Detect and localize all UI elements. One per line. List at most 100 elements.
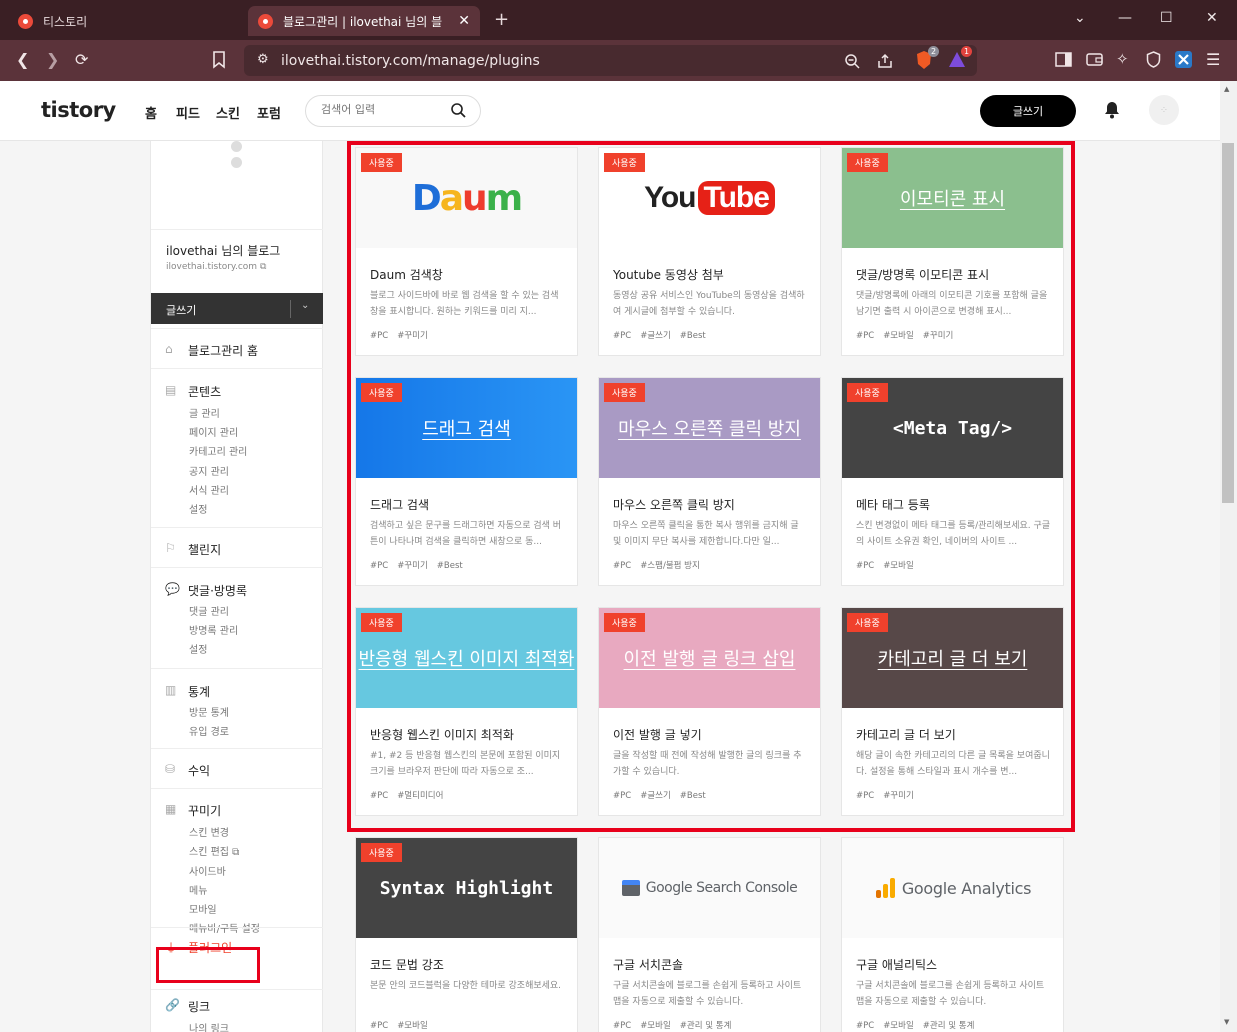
- sidebar-item-comment-settings[interactable]: 설정: [189, 641, 207, 656]
- minimize-button[interactable]: —: [1118, 10, 1132, 26]
- write-post-button[interactable]: 글쓰기: [980, 95, 1076, 127]
- sidebar-section-revenue: ⛁ 수익: [151, 748, 323, 788]
- plugin-card-youtube[interactable]: You Tube 사용중 Youtube 동영상 첨부 동영상 공유 서비스인 Y…: [598, 147, 821, 356]
- sidebar-item-blog-home[interactable]: 블로그관리 홈: [188, 342, 258, 359]
- tab-blog-manage[interactable]: 블로그관리 | ilovethai 님의 블 ✕: [248, 6, 480, 36]
- sidebar-section-home: ⌂ 블로그관리 홈: [151, 328, 323, 368]
- close-window-button[interactable]: ✕: [1206, 10, 1218, 26]
- sidebar-item-skin-change[interactable]: 스킨 변경: [189, 824, 229, 839]
- extension-icon[interactable]: [1175, 51, 1192, 68]
- leo-ai-icon[interactable]: ✧: [1116, 50, 1129, 68]
- user-avatar[interactable]: ⁘: [1149, 95, 1179, 125]
- wallet-icon[interactable]: [1086, 52, 1103, 67]
- in-use-badge: 사용중: [847, 153, 888, 172]
- chevron-down-icon[interactable]: ⌄: [301, 300, 309, 311]
- plugin-tags: #PC #모바일 #관리 및 통계: [856, 1021, 975, 1031]
- scroll-down-arrow-icon[interactable]: ▼: [1224, 1018, 1229, 1026]
- nav-forum[interactable]: 포럼: [257, 103, 281, 122]
- sidebar-item-challenge[interactable]: 챌린지: [188, 541, 221, 558]
- tab-list-chevron-icon[interactable]: ⌄: [1074, 10, 1086, 26]
- sidebar-item-referrer[interactable]: 유입 경로: [189, 723, 229, 738]
- blog-info: ilovethai 님의 블로그 ilovethai.tistory.com ⧉: [151, 229, 323, 289]
- plugin-card-prev-post[interactable]: 이전 발행 글 링크 삽입 사용중 이전 발행 글 넣기 글을 작성할 때 전에…: [598, 607, 821, 816]
- sidebar-item-visit-stats[interactable]: 방문 통계: [189, 704, 229, 719]
- maximize-button[interactable]: ☐: [1160, 10, 1173, 26]
- plugin-title: 메타 태그 등록: [856, 498, 930, 512]
- back-icon[interactable]: ❮: [16, 50, 29, 69]
- new-tab-button[interactable]: +: [494, 9, 509, 30]
- sidebar-item-sidebar[interactable]: 사이드바: [189, 863, 226, 878]
- brave-shields-icon[interactable]: 2: [915, 46, 939, 70]
- plugin-card-daum[interactable]: Daum 사용중 Daum 검색창 블로그 사이드바에 바로 웹 검색을 할 수…: [355, 147, 578, 356]
- alert-count: 1: [961, 46, 972, 57]
- sidebar-toggle-icon[interactable]: [1055, 52, 1072, 67]
- brave-rewards-icon[interactable]: 1: [948, 46, 972, 70]
- sidebar-item-my-link[interactable]: 나의 링크: [189, 1020, 229, 1032]
- in-use-badge: 사용중: [361, 613, 402, 632]
- plugin-description: 구글 서치콘솔에 블로그를 손쉽게 등록하고 사이트맵을 자동으로 제출할 수 …: [856, 981, 1045, 1007]
- sidebar-item-page-manage[interactable]: 페이지 관리: [189, 424, 238, 439]
- sidebar-item-guestbook-manage[interactable]: 방명록 관리: [189, 622, 238, 637]
- plugin-card-syntax-highlight[interactable]: Syntax Highlight 사용중 코드 문법 강조 본문 안의 코드블럭…: [355, 837, 578, 1032]
- sidebar-item-comments[interactable]: 댓글·방명록: [188, 582, 247, 599]
- forward-icon[interactable]: ❯: [46, 50, 59, 69]
- thumbnail-label: 드래그 검색: [422, 419, 511, 440]
- sidebar-item-link[interactable]: 링크: [188, 998, 210, 1015]
- nav-skin[interactable]: 스킨: [216, 103, 240, 122]
- plugin-tags: #PC #꾸미기: [370, 331, 428, 341]
- home-icon: ⌂: [165, 342, 173, 356]
- address-bar[interactable]: ⚙ ilovethai.tistory.com/manage/plugins 2…: [244, 45, 977, 76]
- share-icon[interactable]: [877, 53, 894, 69]
- scroll-up-arrow-icon[interactable]: ▲: [1224, 85, 1229, 93]
- sidebar-section-comments: 💬 댓글·방명록 댓글 관리 방명록 관리 설정: [151, 567, 323, 668]
- plugin-card-right-click-block[interactable]: 마우스 오른쪽 클릭 방지 사용중 마우스 오른쪽 클릭 방지 마우스 오른쪽 …: [598, 377, 821, 586]
- tab-tistory[interactable]: 티스토리: [18, 6, 87, 36]
- plugin-title: 구글 서치콘솔: [613, 958, 684, 972]
- plugin-card-meta-tag[interactable]: <Meta Tag/> 사용중 메타 태그 등록 스킨 변경없이 메타 태그를 …: [841, 377, 1064, 586]
- nav-home[interactable]: 홈: [145, 103, 157, 122]
- scrollbar-thumb[interactable]: [1222, 143, 1234, 503]
- nav-feed[interactable]: 피드: [176, 103, 200, 122]
- vpn-shield-icon[interactable]: [1146, 51, 1161, 68]
- sidebar-write-button[interactable]: 글쓰기 ⌄: [151, 293, 323, 324]
- blog-url[interactable]: ilovethai.tistory.com ⧉: [166, 262, 266, 272]
- sidebar-item-comment-manage[interactable]: 댓글 관리: [189, 603, 229, 618]
- sidebar-item-skin-edit[interactable]: 스킨 편집 ⧉: [189, 843, 239, 858]
- sidebar-item-template-manage[interactable]: 서식 관리: [189, 482, 229, 497]
- sidebar-item-content[interactable]: 콘텐츠: [188, 383, 221, 400]
- plugin-description: 해당 글이 속한 카테고리의 다른 글 목록을 보여줍니다. 설정을 통해 스타…: [856, 751, 1050, 777]
- plugin-card-google-analytics[interactable]: Google Analytics 구글 애널리틱스 구글 서치콘솔에 블로그를 …: [841, 837, 1064, 1032]
- menu-hamburger-icon[interactable]: ☰: [1206, 50, 1220, 69]
- page-scrollbar[interactable]: ▲ ▼: [1220, 81, 1237, 1032]
- zoom-icon[interactable]: [844, 53, 860, 69]
- sidebar-item-notice-manage[interactable]: 공지 관리: [189, 463, 229, 478]
- blog-name[interactable]: ilovethai 님의 블로그: [166, 242, 280, 259]
- sidebar-item-revenue[interactable]: 수익: [188, 762, 210, 779]
- plugin-card-search-console[interactable]: Google Search Console 구글 서치콘솔 구글 서치콘솔에 블…: [598, 837, 821, 1032]
- close-tab-icon[interactable]: ✕: [458, 13, 470, 29]
- plugin-tags: #PC #꾸미기: [856, 791, 914, 801]
- sidebar-section-stats: ▥ 통계 방문 통계 유입 경로: [151, 668, 323, 748]
- sidebar-item-category-manage[interactable]: 카테고리 관리: [189, 443, 247, 458]
- sidebar-item-stats[interactable]: 통계: [188, 683, 210, 700]
- plugin-card-category-more[interactable]: 카테고리 글 더 보기 사용중 카테고리 글 더 보기 해당 글이 속한 카테고…: [841, 607, 1064, 816]
- tab-title: 블로그관리 | ilovethai 님의 블: [283, 14, 443, 29]
- notification-bell-icon[interactable]: [1104, 101, 1120, 119]
- bookmark-icon[interactable]: [212, 51, 226, 69]
- sidebar-item-menu[interactable]: 메뉴: [189, 882, 207, 897]
- sidebar-item-decorate[interactable]: 꾸미기: [188, 802, 221, 819]
- search-console-logo-icon: [621, 880, 640, 896]
- sidebar-item-mobile[interactable]: 모바일: [189, 901, 217, 916]
- plugin-card-drag-search[interactable]: 드래그 검색 사용중 드래그 검색 검색하고 싶은 문구를 드래그하면 자동으로…: [355, 377, 578, 586]
- sidebar-item-post-manage[interactable]: 글 관리: [189, 405, 220, 420]
- plugin-card-emoticon[interactable]: 이모티콘 표시 사용중 댓글/방명록 이모티콘 표시 댓글/방명록에 아래의 이…: [841, 147, 1064, 356]
- tistory-logo[interactable]: tistory: [41, 98, 116, 122]
- search-icon[interactable]: [451, 103, 466, 118]
- plugin-card-responsive-image[interactable]: 반응형 웹스킨 이미지 최적화 사용중 반응형 웹스킨 이미지 최적화 #1, …: [355, 607, 578, 816]
- plugin-tags: #PC #꾸미기 #Best: [370, 561, 463, 571]
- search-input[interactable]: [321, 103, 446, 116]
- sidebar-section-challenge: ⚐ 챌린지: [151, 527, 323, 567]
- sidebar-item-content-settings[interactable]: 설정: [189, 501, 207, 516]
- reload-icon[interactable]: ⟳: [75, 50, 88, 69]
- site-info-icon[interactable]: ⚙: [257, 52, 269, 67]
